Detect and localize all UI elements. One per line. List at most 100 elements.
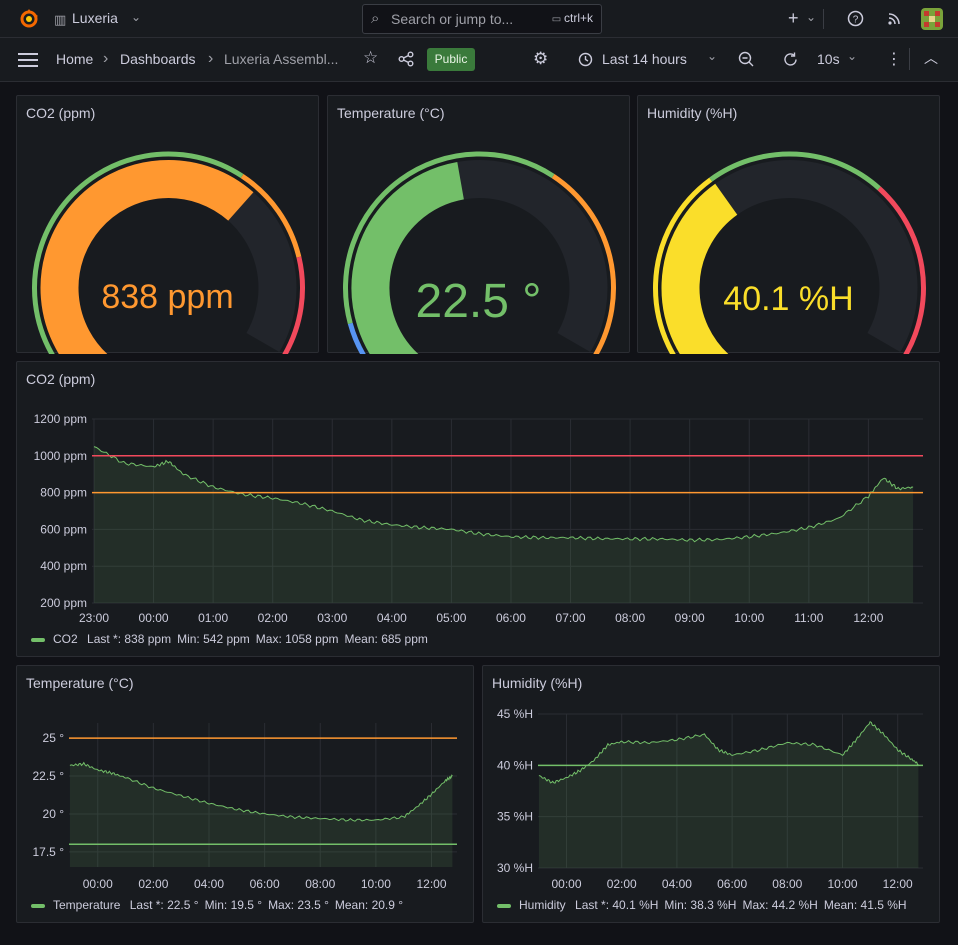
search-input[interactable]: ⌕ Search or jump to... ▭ ctrl+k bbox=[362, 4, 602, 34]
x-tick-label: 05:00 bbox=[436, 611, 466, 625]
humidity-gauge-panel[interactable]: Humidity (%H) 40.1 %H bbox=[637, 95, 940, 354]
temperature-gauge-value: 22.5 ° bbox=[415, 275, 542, 328]
divider bbox=[909, 48, 910, 70]
avatar[interactable] bbox=[921, 8, 943, 30]
x-tick-label: 04:00 bbox=[194, 877, 224, 891]
y-tick-label: 800 ppm bbox=[40, 486, 87, 500]
y-tick-label: 40 %H bbox=[497, 758, 533, 772]
breadcrumb-dashboards[interactable]: Dashboards bbox=[120, 51, 196, 67]
x-tick-label: 12:00 bbox=[883, 877, 913, 891]
co2-gauge-value: 838 ppm bbox=[101, 278, 234, 316]
share-icon[interactable] bbox=[398, 51, 414, 67]
temperature-timeseries-panel[interactable]: Temperature (°C) 00:00 02:00 04:00 06:00 08:… bbox=[16, 665, 474, 923]
x-tick-label: 06:00 bbox=[717, 877, 747, 891]
series-area-fill bbox=[538, 721, 919, 868]
clock-icon bbox=[578, 52, 593, 67]
refresh-icon[interactable] bbox=[782, 51, 799, 68]
x-tick-label: 10:00 bbox=[734, 611, 764, 625]
humidity-chart[interactable]: 00:00 02:00 04:00 06:00 08:00 10:00 12:00 30 %H… bbox=[483, 666, 941, 924]
y-tick-label: 200 ppm bbox=[40, 596, 87, 610]
search-placeholder: Search or jump to... bbox=[391, 11, 514, 27]
chevron-down-icon[interactable]: ⌄ bbox=[131, 10, 141, 24]
breadcrumb-home[interactable]: Home bbox=[56, 51, 93, 67]
x-tick-label: 04:00 bbox=[662, 877, 692, 891]
x-tick-label: 09:00 bbox=[675, 611, 705, 625]
y-tick-label: 30 %H bbox=[497, 861, 533, 875]
x-tick-label: 02:00 bbox=[258, 611, 288, 625]
x-tick-label: 23:00 bbox=[79, 611, 109, 625]
grafana-logo-icon[interactable] bbox=[18, 7, 40, 31]
more-vertical-icon[interactable]: ⋮ bbox=[886, 49, 902, 69]
dashboard-nav: Home › Dashboards › Luxeria Assembl... ☆ bbox=[0, 38, 958, 82]
refresh-interval-picker[interactable]: 10s bbox=[817, 51, 840, 67]
chevron-right-icon: › bbox=[103, 50, 109, 67]
help-icon[interactable]: ? bbox=[847, 10, 864, 27]
x-tick-label: 02:00 bbox=[607, 877, 637, 891]
y-tick-label: 400 ppm bbox=[40, 559, 87, 573]
x-tick-label: 04:00 bbox=[377, 611, 407, 625]
y-tick-label: 1000 ppm bbox=[34, 449, 87, 463]
x-tick-label: 00:00 bbox=[139, 611, 169, 625]
keyboard-shortcut: ▭ ctrl+k bbox=[551, 11, 593, 25]
search-icon: ⌕ bbox=[371, 10, 380, 27]
x-tick-label: 01:00 bbox=[198, 611, 228, 625]
y-tick-label: 45 %H bbox=[497, 707, 533, 721]
chevron-up-icon[interactable]: ︿ bbox=[924, 48, 938, 68]
rss-icon[interactable] bbox=[887, 11, 902, 26]
chevron-down-icon[interactable]: ⌄ bbox=[707, 49, 717, 63]
chevron-down-icon[interactable]: ⌄ bbox=[806, 10, 816, 24]
x-tick-label: 11:00 bbox=[794, 611, 823, 625]
temperature-chart[interactable]: 00:00 02:00 04:00 06:00 08:00 10:00 12:00 17.5 … bbox=[17, 666, 475, 924]
series-color-swatch bbox=[31, 637, 45, 642]
y-tick-label: 1200 ppm bbox=[34, 412, 87, 426]
chevron-down-icon[interactable]: ⌄ bbox=[847, 49, 857, 63]
y-tick-label: 25 ° bbox=[43, 731, 65, 745]
breadcrumb-current: Luxeria Assembl... bbox=[224, 51, 339, 67]
menu-icon[interactable] bbox=[18, 52, 38, 68]
co2-timeseries-panel[interactable]: CO2 (ppm) 23:00 00:00 01:00 02:00 03:00 04:00… bbox=[16, 361, 940, 657]
x-tick-label: 06:00 bbox=[250, 877, 280, 891]
x-tick-label: 03:00 bbox=[317, 611, 347, 625]
humidity-legend[interactable]: Humidity Last *: 40.1 %H Min: 38.3 %H Max:… bbox=[497, 898, 913, 912]
humidity-timeseries-panel[interactable]: Humidity (%H) 00:00 02:00 04:00 06:00 08:00 1… bbox=[482, 665, 940, 923]
x-tick-label: 00:00 bbox=[552, 877, 582, 891]
x-tick-label: 08:00 bbox=[305, 877, 335, 891]
top-bar: ▥ Luxeria ⌄ ⌕ Search or jump to... ▭ ctr… bbox=[0, 0, 958, 38]
x-tick-label: 00:00 bbox=[83, 877, 113, 891]
building-icon: ▥ bbox=[54, 12, 67, 27]
org-switcher[interactable]: Luxeria bbox=[72, 10, 118, 26]
humidity-gauge-value: 40.1 %H bbox=[723, 280, 854, 318]
series-color-swatch bbox=[497, 903, 511, 908]
y-tick-label: 600 ppm bbox=[40, 522, 87, 536]
x-tick-label: 08:00 bbox=[615, 611, 645, 625]
x-tick-label: 07:00 bbox=[556, 611, 586, 625]
star-icon[interactable]: ☆ bbox=[363, 48, 378, 68]
temperature-gauge-panel[interactable]: Temperature (°C) 22.5 ° bbox=[327, 95, 630, 354]
co2-legend[interactable]: CO2 Last *: 838 ppm Min: 542 ppm Max: 1058… bbox=[31, 632, 434, 646]
gauge-value-arc bbox=[40, 160, 254, 354]
public-badge: Public bbox=[427, 48, 475, 71]
x-tick-label: 12:00 bbox=[853, 611, 883, 625]
keyboard-icon: ▭ bbox=[551, 14, 564, 25]
temperature-legend[interactable]: Temperature Last *: 22.5 ° Min: 19.5 ° Max… bbox=[31, 898, 409, 912]
series-area-fill bbox=[93, 446, 914, 603]
co2-gauge-panel[interactable]: CO2 (ppm) 838 ppm bbox=[16, 95, 319, 354]
y-tick-label: 22.5 ° bbox=[33, 769, 65, 783]
settings-gear-icon[interactable]: ⚙ bbox=[533, 49, 548, 69]
x-tick-label: 12:00 bbox=[416, 877, 446, 891]
x-tick-label: 10:00 bbox=[361, 877, 391, 891]
co2-chart[interactable]: 23:00 00:00 01:00 02:00 03:00 04:00 05:00 06:00… bbox=[17, 362, 941, 658]
divider bbox=[823, 9, 824, 29]
y-tick-label: 35 %H bbox=[497, 810, 533, 824]
time-range-picker[interactable]: Last 14 hours bbox=[602, 51, 687, 67]
gauge-value-arc bbox=[661, 183, 738, 354]
svg-text:?: ? bbox=[853, 15, 859, 26]
plus-icon[interactable]: + bbox=[788, 8, 799, 29]
chevron-right-icon: › bbox=[208, 50, 214, 67]
x-tick-label: 02:00 bbox=[138, 877, 168, 891]
x-tick-label: 06:00 bbox=[496, 611, 526, 625]
zoom-out-icon[interactable] bbox=[738, 51, 755, 68]
y-tick-label: 17.5 ° bbox=[33, 845, 65, 859]
x-tick-label: 10:00 bbox=[827, 877, 857, 891]
x-tick-label: 08:00 bbox=[772, 877, 802, 891]
